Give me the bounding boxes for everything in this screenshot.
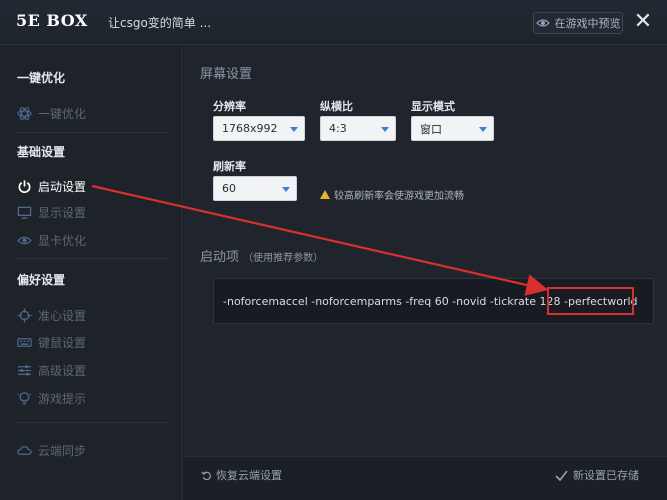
chevron-down-icon: [479, 127, 487, 132]
app-logo: 5E BOX: [16, 11, 88, 30]
sidebar-item-launch-settings[interactable]: 启动设置: [17, 176, 86, 196]
screen-settings-title: 屏幕设置: [200, 67, 253, 82]
app-title: 让csgo变的简单 ...: [108, 16, 212, 30]
sidebar-divider: [14, 132, 170, 133]
warning-icon: [320, 190, 330, 199]
launch-options-label: 启动项: [200, 250, 240, 265]
sidebar-divider: [14, 258, 170, 259]
main-panel: 屏幕设置 分辨率 1768x992 纵横比 4:3 显示模式 窗口 刷新率 60…: [184, 45, 667, 456]
sidebar-item-gpu-optimize[interactable]: 显卡优化: [17, 230, 86, 250]
title-bar: 5E BOX 让csgo变的简单 ... 在游戏中预览 ✕: [0, 0, 667, 45]
bulb-icon: [17, 391, 32, 405]
sidebar-item-quick-optimize[interactable]: 一键优化: [17, 103, 86, 123]
sidebar-item-label: 游戏提示: [38, 391, 87, 406]
sidebar-item-label: 键鼠设置: [38, 335, 87, 350]
saved-label: 新设置已存储: [573, 469, 639, 482]
sidebar-item-label: 高级设置: [38, 363, 87, 378]
sidebar-section-basic: 基础设置: [17, 145, 66, 159]
refresh-warning: 较高刷新率会使游戏更加流畅: [320, 187, 464, 202]
check-icon: [555, 470, 568, 481]
resolution-select[interactable]: 1768x992: [213, 116, 305, 141]
restore-cloud-settings-button[interactable]: 恢复云端设置: [201, 467, 282, 483]
sidebar-item-keyboard-mouse[interactable]: 键鼠设置: [17, 332, 86, 352]
eye-icon: [535, 19, 550, 27]
sidebar-item-label: 云端同步: [38, 443, 87, 458]
eye-icon: [17, 236, 32, 244]
refresh-rate-value: 60: [222, 182, 236, 195]
preview-in-game-button[interactable]: 在游戏中预览: [533, 12, 623, 34]
refresh-rate-select[interactable]: 60: [213, 176, 297, 201]
preview-label: 在游戏中预览: [554, 17, 621, 30]
sidebar-section-quick: 一键优化: [17, 71, 66, 85]
refresh-warning-text: 较高刷新率会使游戏更加流畅: [334, 191, 464, 202]
power-icon: [18, 179, 31, 193]
monitor-icon: [17, 206, 32, 219]
sidebar-item-crosshair[interactable]: 准心设置: [17, 305, 86, 325]
cloud-icon: [17, 445, 32, 455]
sidebar-item-cloud-sync[interactable]: 云端同步: [17, 440, 86, 460]
display-mode-value: 窗口: [420, 122, 442, 136]
saved-status: 新设置已存储: [555, 467, 639, 483]
sidebar-item-label: 启动设置: [38, 179, 87, 194]
sidebar-section-preferences: 偏好设置: [17, 273, 66, 287]
sliders-icon: [17, 364, 32, 376]
aspect-ratio-value: 4:3: [329, 122, 347, 135]
sidebar: 一键优化 一键优化 基础设置 启动设置 显示设置 显卡优化 偏好设置 准心设置 …: [0, 45, 183, 500]
resolution-value: 1768x992: [222, 122, 278, 135]
sidebar-item-display-settings[interactable]: 显示设置: [17, 202, 86, 222]
crosshair-icon: [17, 307, 32, 323]
atom-icon: [17, 106, 32, 120]
resolution-label: 分辨率: [213, 100, 246, 113]
sidebar-item-label: 显示设置: [38, 205, 87, 220]
close-icon: ✕: [633, 9, 653, 34]
keyboard-icon: [17, 337, 32, 347]
aspect-ratio-label: 纵横比: [320, 100, 353, 113]
sidebar-item-advanced[interactable]: 高级设置: [17, 360, 86, 380]
chevron-down-icon: [381, 127, 389, 132]
footer-bar: 恢复云端设置 新设置已存储: [184, 456, 667, 500]
display-mode-select[interactable]: 窗口: [411, 116, 494, 141]
close-button[interactable]: ✕: [632, 10, 654, 34]
sidebar-divider: [14, 422, 170, 423]
display-mode-label: 显示模式: [411, 100, 455, 113]
sidebar-item-label: 一键优化: [38, 106, 87, 121]
aspect-ratio-select[interactable]: 4:3: [320, 116, 396, 141]
sidebar-item-label: 显卡优化: [38, 233, 87, 248]
sidebar-item-label: 准心设置: [38, 308, 87, 323]
annotation-highlight-box: [547, 287, 634, 315]
undo-icon: [201, 470, 211, 480]
refresh-rate-label: 刷新率: [213, 160, 246, 173]
restore-label: 恢复云端设置: [216, 469, 282, 482]
sidebar-item-game-tips[interactable]: 游戏提示: [17, 388, 86, 408]
chevron-down-icon: [282, 187, 290, 192]
launch-options-title: 启动项 （使用推荐参数）: [200, 246, 323, 265]
launch-options-note: （使用推荐参数）: [243, 253, 324, 264]
chevron-down-icon: [290, 127, 298, 132]
